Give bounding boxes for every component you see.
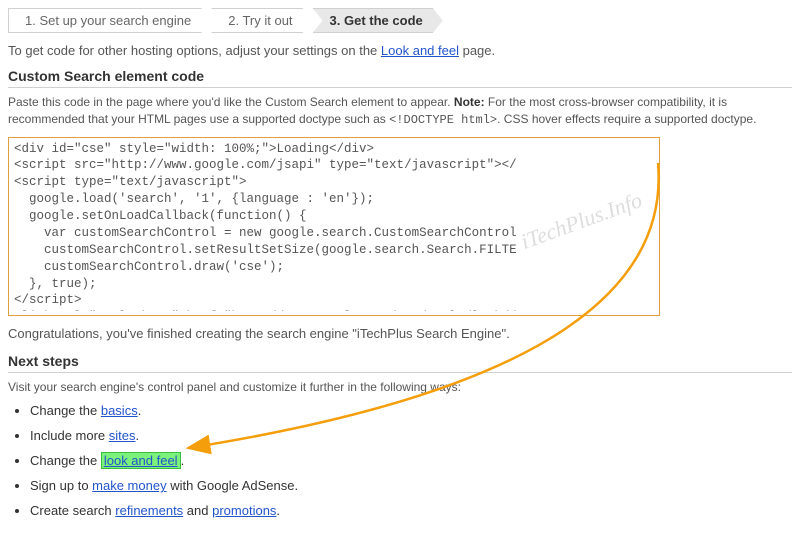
- section-custom-search-code: Custom Search element code: [8, 68, 792, 88]
- promotions-link[interactable]: promotions: [212, 503, 276, 518]
- li-text: with Google AdSense.: [167, 478, 299, 493]
- list-item: Include more sites.: [30, 428, 792, 443]
- note-pre: Paste this code in the page where you'd …: [8, 95, 454, 109]
- wizard-steps: 1. Set up your search engine 2. Try it o…: [8, 8, 792, 33]
- list-item: Change the look and feel.: [30, 453, 792, 468]
- refinements-link[interactable]: refinements: [115, 503, 183, 518]
- li-text: Sign up to: [30, 478, 92, 493]
- sites-link[interactable]: sites: [109, 428, 136, 443]
- li-text: Include more: [30, 428, 109, 443]
- li-text: Change the: [30, 453, 101, 468]
- step-label: 3. Get the code: [330, 13, 423, 28]
- step-tryout[interactable]: 2. Try it out: [211, 8, 312, 33]
- li-text: and: [183, 503, 212, 518]
- li-text: Change the: [30, 403, 101, 418]
- note-text: Paste this code in the page where you'd …: [8, 94, 792, 129]
- list-item: Create search refinements and promotions…: [30, 503, 792, 518]
- list-item: Sign up to make money with Google AdSens…: [30, 478, 792, 493]
- section-next-steps: Next steps: [8, 353, 792, 373]
- intro-suffix: page.: [459, 43, 495, 58]
- list-item: Change the basics.: [30, 403, 792, 418]
- note-bold: Note:: [454, 95, 485, 109]
- code-textarea[interactable]: [10, 139, 658, 311]
- note-doctype: <!DOCTYPE html>: [389, 113, 497, 127]
- step-label: 1. Set up your search engine: [25, 13, 191, 28]
- look-and-feel-link-highlighted[interactable]: look and feel: [101, 452, 181, 469]
- code-box: [8, 137, 660, 316]
- next-steps-intro: Visit your search engine's control panel…: [8, 379, 792, 396]
- look-and-feel-link[interactable]: Look and feel: [381, 43, 459, 58]
- note-post2: . CSS hover effects require a supported …: [497, 112, 756, 126]
- intro-prefix: To get code for other hosting options, a…: [8, 43, 381, 58]
- make-money-link[interactable]: make money: [92, 478, 166, 493]
- congrats-text: Congratulations, you've finished creatin…: [8, 326, 792, 341]
- intro-text: To get code for other hosting options, a…: [8, 43, 792, 58]
- step-label: 2. Try it out: [228, 13, 292, 28]
- basics-link[interactable]: basics: [101, 403, 138, 418]
- li-text: Create search: [30, 503, 115, 518]
- step-setup[interactable]: 1. Set up your search engine: [8, 8, 211, 33]
- next-steps-list: Change the basics. Include more sites. C…: [8, 403, 792, 518]
- step-getcode[interactable]: 3. Get the code: [313, 8, 443, 33]
